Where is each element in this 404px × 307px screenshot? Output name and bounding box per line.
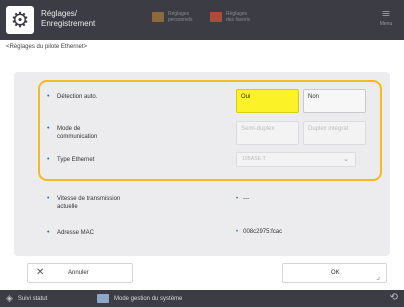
top-bar: ⚙ Réglages/ Enregistrement Réglages pers…: [0, 0, 404, 40]
full-duplex-button[interactable]: Duplex intégral: [303, 121, 366, 145]
status-monitor-label: Suivi statut: [17, 296, 48, 302]
favorites-settings-button[interactable]: Réglages des favoris: [210, 11, 250, 23]
breadcrumb: <Réglages du pilote Ethernet>: [6, 44, 88, 50]
personal-settings-label-2: personnels: [168, 17, 193, 23]
mac-address-value: • 008c2975:fcac: [236, 229, 283, 235]
transmission-speed-label: • Vitesse de transmission actuelle: [47, 195, 121, 210]
menu-label: Menu: [379, 21, 393, 27]
transmission-speed-text-1: Vitesse de transmission: [57, 196, 121, 202]
cancel-button[interactable]: ✕ Annuler: [27, 263, 133, 283]
chevron-down-icon: ⌄: [343, 156, 349, 163]
half-duplex-button[interactable]: Semi-duplex: [236, 121, 299, 145]
favorites-settings-icon: [210, 12, 222, 22]
title-line-2: Enregistrement: [41, 19, 96, 28]
ethernet-type-value: 10BASE-T: [242, 156, 266, 162]
system-mode-label: Mode gestion du système: [114, 295, 183, 302]
status-monitor-button[interactable]: ◈ Suivi statut: [6, 294, 47, 304]
title-line-1: Réglages/: [41, 9, 78, 18]
close-icon: ✕: [36, 267, 45, 278]
auto-detect-no-button[interactable]: Non: [303, 89, 366, 113]
cancel-label: Annuler: [68, 270, 89, 276]
page-title: Réglages/ Enregistrement: [41, 9, 95, 29]
communication-mode-label: • Mode de communication: [47, 125, 98, 140]
communication-mode-text-1: Mode de: [57, 126, 81, 132]
status-monitor-icon: ◈: [6, 294, 13, 304]
transmission-speed-value: • ---: [236, 196, 250, 202]
menu-icon: ≡: [381, 7, 391, 20]
mac-address-value-text: 008c2975:fcac: [243, 229, 283, 235]
personal-settings-button[interactable]: Réglages personnels: [152, 11, 192, 23]
auto-detect-yes-button[interactable]: Oui: [236, 89, 299, 113]
ok-button[interactable]: OK ⌟: [282, 263, 387, 283]
ethernet-type-label: • Type Ethernet: [47, 156, 95, 163]
transmission-speed-text-2: actuelle: [57, 204, 78, 210]
ethernet-type-text: Type Ethernet: [57, 157, 95, 163]
system-mode-icon: [97, 294, 109, 303]
favorites-settings-label-2: des favoris: [226, 17, 251, 23]
menu-button[interactable]: ≡ Menu: [374, 7, 398, 33]
communication-mode-text-2: communication: [57, 134, 98, 140]
gear-icon: ⚙: [6, 6, 34, 34]
auto-detect-label: • Détection auto.: [47, 93, 98, 100]
ok-label: OK: [331, 270, 340, 276]
mac-address-text: Adresse MAC: [57, 230, 95, 236]
system-mode-button[interactable]: Mode gestion du système: [97, 294, 182, 303]
status-bar: ◈ Suivi statut Mode gestion du système ⟲: [0, 290, 404, 307]
checkmark-icon: ⌟: [376, 272, 380, 281]
personal-settings-icon: [152, 12, 164, 22]
mac-address-label: • Adresse MAC: [47, 229, 95, 236]
transmission-speed-value-text: ---: [243, 196, 250, 202]
auto-detect-text: Détection auto.: [57, 94, 98, 100]
energy-saver-icon[interactable]: ⟲: [390, 292, 398, 303]
ethernet-type-select[interactable]: 10BASE-T ⌄: [236, 152, 356, 167]
